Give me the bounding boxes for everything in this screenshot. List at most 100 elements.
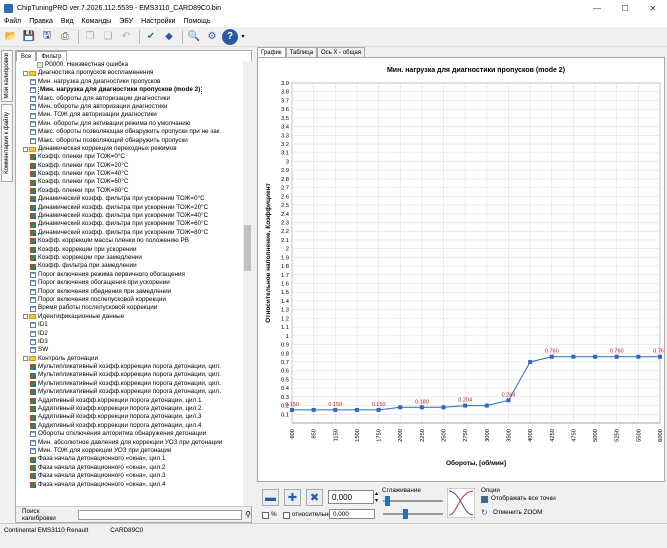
menu-commands[interactable]: Команды	[78, 18, 116, 25]
tree-folder[interactable]: Идентификационные данные	[16, 313, 243, 321]
tree-item[interactable]: Фаза начала детонационного «окна», цил.4	[16, 481, 243, 489]
data-point[interactable]	[528, 359, 533, 364]
tree-folder[interactable]: Динамическая коррекция переходных режимо…	[16, 145, 243, 153]
smoothing-slider[interactable]	[383, 496, 443, 506]
tree-item[interactable]: ID3	[16, 338, 243, 346]
menu-settings[interactable]: Настройки	[137, 18, 179, 25]
tree-item[interactable]: Фаза начала детонационного «окна», цил.1	[16, 455, 243, 463]
tab-table[interactable]: Таблица	[285, 47, 318, 57]
menu-edit[interactable]: Правка	[25, 18, 57, 25]
collapse-icon[interactable]	[23, 356, 28, 362]
data-point[interactable]	[658, 354, 662, 359]
help-icon[interactable]: ?	[222, 28, 238, 45]
tree-item[interactable]: Фаза начала детонационного «окна», цил.2	[16, 464, 243, 472]
tab-graph[interactable]: График	[257, 47, 286, 57]
tree-item[interactable]: ID2	[16, 330, 243, 338]
tree-item[interactable]: Аддитивный коэфф.коррекции порога детона…	[16, 397, 243, 405]
tree-item[interactable]: Время работы послепусковой коррекции	[16, 304, 243, 312]
menu-view[interactable]: Вид	[57, 18, 78, 25]
tree-item[interactable]: Мин. абсолютное давления для коррекции У…	[16, 439, 243, 447]
dropdown-arrow-icon[interactable]: ▾	[240, 29, 246, 45]
smoothing-slider-2[interactable]	[383, 509, 443, 519]
save-icon[interactable]: 💾	[21, 29, 37, 45]
subtract-button[interactable]: ▬	[262, 489, 279, 506]
tree-folder[interactable]: Диагностика пропусков воспламенения	[16, 69, 243, 77]
slider-handle[interactable]	[403, 509, 408, 519]
tree-item[interactable]: Динамический коэфф. фильтра при ускорени…	[16, 229, 243, 237]
percent-checkbox[interactable]	[262, 512, 269, 519]
plot-area[interactable]	[291, 82, 661, 424]
search-input[interactable]	[77, 509, 243, 520]
scrollbar-thumb[interactable]	[244, 225, 251, 271]
tree-item[interactable]: Аддитивный коэфф.коррекции порога детона…	[16, 413, 243, 421]
tree-item[interactable]: Мин. обороты для авторизации диагностики	[16, 103, 243, 111]
tree-item[interactable]: Мультипликативный коэфф.коррекции порога…	[16, 388, 243, 396]
slider-handle[interactable]	[385, 496, 390, 506]
tree-item[interactable]: Динамический коэфф. фильтра при ускорени…	[16, 204, 243, 212]
data-point[interactable]	[614, 354, 619, 359]
menu-file[interactable]: Файл	[0, 18, 25, 25]
menu-ecu[interactable]: ЭБУ	[115, 18, 137, 25]
data-point[interactable]	[549, 354, 554, 359]
data-point[interactable]	[354, 407, 359, 412]
tab-x-axis-common[interactable]: Ось X - общая	[317, 47, 366, 57]
data-point[interactable]	[484, 403, 489, 408]
tree-item[interactable]: Порог включения режима первичного обогащ…	[16, 271, 243, 279]
tree-item[interactable]: Коэфф. пленки при ТОЖ=0°C	[16, 153, 243, 161]
cancel-zoom-button[interactable]: Отменить ZOOM	[493, 509, 542, 516]
paste-icon[interactable]: ❑	[100, 29, 116, 45]
data-point[interactable]	[571, 354, 576, 359]
tree-item[interactable]: Коэфф. коррекции массы пленки по положен…	[16, 237, 243, 245]
tree-item[interactable]: Мультипликативный коэфф.коррекции порога…	[16, 380, 243, 388]
data-point[interactable]	[376, 407, 381, 412]
show-all-points-checkbox[interactable]	[481, 496, 488, 503]
tab-file-comments[interactable]: Комментарии к файлу	[1, 104, 13, 182]
data-point[interactable]	[290, 407, 294, 412]
collapse-icon[interactable]	[23, 314, 28, 320]
tab-all[interactable]: Все	[16, 51, 37, 61]
data-point[interactable]	[311, 407, 316, 412]
diamond-icon[interactable]: ◆	[161, 29, 177, 45]
close-button[interactable]: ✕	[639, 0, 667, 16]
tree-item[interactable]: Мин. обороты для активации режима по умо…	[16, 120, 243, 128]
open-folder-icon[interactable]: 📂	[3, 29, 19, 45]
tree-item[interactable]: Коэфф. пленки при ТОЖ=20°C	[16, 162, 243, 170]
maximize-button[interactable]: ☐	[611, 0, 639, 16]
tree-folder[interactable]: Контроль детонации	[16, 355, 243, 363]
tree-scrollbar[interactable]	[243, 61, 252, 506]
tree-item[interactable]: ID1	[16, 321, 243, 329]
tree-item[interactable]: Динамический коэфф. фильтра при ускорени…	[16, 195, 243, 203]
tree-item[interactable]: Аддитивный коэфф.коррекции порога детона…	[16, 405, 243, 413]
tree-item[interactable]: Обороты отключения алгоритма обнаружения…	[16, 430, 243, 438]
tree-item[interactable]: Мин. нагрузка для диагностики пропусков	[16, 78, 243, 86]
search-map-icon[interactable]: 🔍	[186, 29, 202, 45]
minimize-button[interactable]: —	[583, 0, 611, 16]
tree-item[interactable]: Коэфф. коррекции при замедлении	[16, 254, 243, 262]
tab-my-maps[interactable]: Мои калибровки	[1, 50, 13, 102]
tree-item[interactable]: Макс. обороты позволяющая обнаружить про…	[16, 128, 243, 136]
tree-item[interactable]: Мин. ТОЖ для авторизации диагностики	[16, 111, 243, 119]
print-icon[interactable]: ⎙	[57, 29, 73, 45]
relative-checkbox[interactable]	[283, 512, 290, 519]
tab-filter[interactable]: Фильтр	[36, 51, 67, 61]
chart-area[interactable]: Мин. нагрузка для диагностики пропусков …	[257, 57, 665, 482]
tree-item[interactable]: Коэфф. пленки при ТОЖ=80°C	[16, 187, 243, 195]
tree-item[interactable]: Порог включения обогащения при ускорении	[16, 279, 243, 287]
data-point[interactable]	[419, 405, 424, 410]
relative-value-input[interactable]: 0,000	[329, 509, 375, 519]
tree-item[interactable]: Порог включения послепусковой коррекции	[16, 296, 243, 304]
tree-item[interactable]: Мин. ТОЖ для коррекции УОЗ при детонации	[16, 447, 243, 455]
multiply-button[interactable]: ✖	[306, 489, 323, 506]
data-point[interactable]	[506, 398, 511, 403]
menu-help[interactable]: Помощь	[179, 18, 214, 25]
tree-item[interactable]: Фаза начала детонационного «окна», цил.3	[16, 472, 243, 480]
data-point[interactable]	[333, 407, 338, 412]
tree-item[interactable]: P0000: Неизвестная ошибка	[16, 61, 243, 69]
data-point[interactable]	[463, 403, 468, 408]
value-input[interactable]: 0,000	[328, 490, 374, 504]
zoom-reset-icon[interactable]: ↻	[481, 508, 488, 517]
chart-svg[interactable]: Мин. нагрузка для диагностики пропусков …	[258, 58, 664, 481]
tree-item[interactable]: Порог включения обеднения при замедлении	[16, 288, 243, 296]
data-point[interactable]	[441, 405, 446, 410]
data-point[interactable]	[398, 405, 403, 410]
